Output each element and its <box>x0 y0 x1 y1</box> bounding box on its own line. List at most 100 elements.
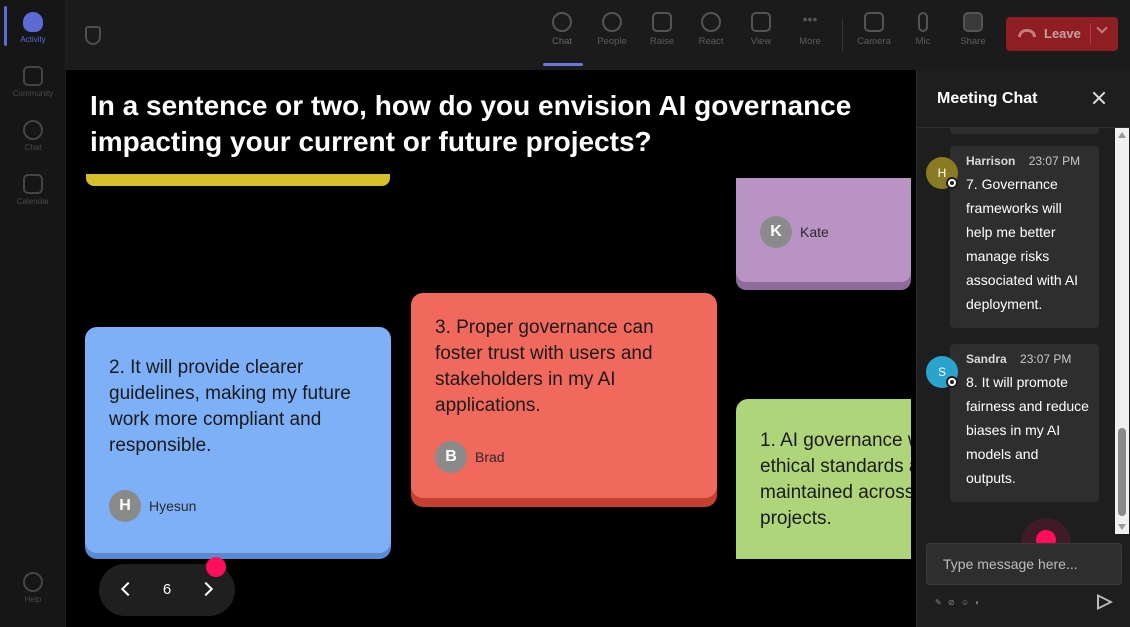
avatar: H <box>926 157 958 189</box>
person-icon <box>602 12 622 32</box>
avatar-initial: H <box>937 166 947 180</box>
rail-item-calendar[interactable]: Calendar <box>0 174 66 206</box>
meeting-toolbar: Chat People Raise React View ••• More Ca… <box>66 0 1130 70</box>
share-button-label: Share <box>960 36 986 47</box>
left-rail: Activity Community Chat Calendar Help <box>0 0 66 627</box>
rail-item-label: Calendar <box>16 197 50 206</box>
react-button[interactable]: React <box>689 12 733 47</box>
leave-button-label: Leave <box>1044 26 1081 41</box>
view-button-label: View <box>750 36 772 47</box>
close-icon[interactable] <box>1091 90 1107 106</box>
send-icon[interactable] <box>1097 594 1113 610</box>
more-button-label: More <box>799 36 821 47</box>
scroll-thumb[interactable] <box>1118 428 1126 516</box>
card-author: H Hyesun <box>109 490 196 522</box>
avatar: S <box>926 356 958 388</box>
author-name: Hyesun <box>149 498 197 514</box>
share-button[interactable]: Share <box>951 12 995 47</box>
avatar: B <box>435 441 467 473</box>
calendar-icon <box>23 174 43 194</box>
message-text: 7. Governance frameworks will help me be… <box>966 176 1079 312</box>
meeting-chat-panel: Meeting Chat Harrison 23:07 PM 7. Govern… <box>916 70 1130 627</box>
chat-header: Meeting Chat <box>917 70 1130 128</box>
chat-button-label: Chat <box>551 36 573 47</box>
raise-hand-button[interactable]: Raise <box>640 12 684 47</box>
page-navigator: 6 <box>99 557 235 616</box>
response-card-purple[interactable]: K Kate <box>736 178 911 282</box>
presentation-stage: In a sentence or two, how do you envisio… <box>66 70 916 627</box>
rail-item-chat[interactable]: Chat <box>0 120 66 152</box>
chat-title: Meeting Chat <box>937 90 1038 107</box>
camera-button[interactable]: Camera <box>852 12 896 47</box>
response-card-green[interactable]: 1. AI governance will ensure ethical sta… <box>736 399 911 559</box>
more-button[interactable]: ••• More <box>788 12 832 47</box>
card-text: 2. It will provide clearer guidelines, m… <box>109 357 351 456</box>
card-author: B Brad <box>435 441 505 473</box>
formatting-tools-icon[interactable]: ✎ ⊘ ☺ ◐ <box>935 598 982 607</box>
message-time: 23:07 PM <box>1020 352 1072 366</box>
rail-item-label: Community <box>12 89 54 98</box>
response-card-yellow[interactable] <box>86 174 390 186</box>
avatar-initial: S <box>937 365 946 379</box>
message-text: 8. It will promote fairness and reduce b… <box>966 374 1089 486</box>
community-icon <box>23 66 43 86</box>
shield-icon <box>85 26 101 45</box>
rail-item-help[interactable]: Help <box>0 572 66 604</box>
chat-message-input[interactable] <box>926 543 1122 585</box>
camera-off-icon <box>864 12 884 32</box>
smiley-icon <box>701 12 721 32</box>
message-meta: Harrison 23:07 PM <box>966 154 1089 168</box>
scroll-up-arrow-icon[interactable] <box>1118 132 1126 138</box>
share-screen-icon <box>963 12 983 32</box>
message-meta: Sandra 23:07 PM <box>966 352 1089 366</box>
chevron-down-icon[interactable] <box>1096 22 1108 34</box>
chat-icon <box>23 120 43 140</box>
raise-button-label: Raise <box>649 36 675 47</box>
card-author: K Kate <box>760 216 829 248</box>
rail-item-label: Activity <box>20 35 46 44</box>
author-name: Brad <box>475 449 505 465</box>
rail-item-activity[interactable]: Activity <box>0 12 66 44</box>
leave-divider <box>1090 23 1091 45</box>
message-time: 23:07 PM <box>1028 154 1081 168</box>
sender-name: Sandra <box>966 352 1007 366</box>
chat-bubble-icon <box>552 12 572 32</box>
avatar: H <box>109 490 141 522</box>
people-button[interactable]: People <box>590 12 634 47</box>
page-number: 6 <box>162 581 172 598</box>
chat-message: Harrison 23:07 PM 7. Governance framewor… <box>950 146 1099 328</box>
chevron-left-icon[interactable] <box>120 581 136 597</box>
author-name: Kate <box>800 224 829 240</box>
help-icon <box>23 572 43 592</box>
hand-icon <box>652 12 672 32</box>
scroll-down-arrow-icon[interactable] <box>1118 524 1126 530</box>
chat-button[interactable]: Chat <box>540 12 584 47</box>
presence-icon <box>946 376 958 388</box>
rail-item-community[interactable]: Community <box>0 66 66 98</box>
mic-icon <box>918 12 928 32</box>
card-text: 3. Proper governance can foster trust wi… <box>435 317 654 416</box>
response-card-red[interactable]: 3. Proper governance can foster trust wi… <box>411 293 717 498</box>
question-title: In a sentence or two, how do you envisio… <box>90 90 852 157</box>
sender-name: Harrison <box>966 154 1016 168</box>
leave-button[interactable]: Leave <box>1006 17 1118 51</box>
chat-message-partial <box>950 128 1099 134</box>
chevron-right-icon[interactable] <box>198 581 214 597</box>
react-button-label: React <box>698 36 724 47</box>
avatar: K <box>760 216 792 248</box>
chat-scrollbar[interactable] <box>1115 128 1129 534</box>
mic-button-label: Mic <box>915 36 931 47</box>
chat-message-list: Harrison 23:07 PM 7. Governance framewor… <box>917 128 1117 534</box>
card-text: 1. AI governance will ensure ethical sta… <box>760 430 911 529</box>
grid-icon <box>751 12 771 32</box>
chat-active-indicator <box>543 63 583 66</box>
ellipsis-icon: ••• <box>802 11 818 27</box>
notification-dot <box>206 557 226 577</box>
view-button[interactable]: View <box>739 12 783 47</box>
toolbar-divider <box>842 18 843 52</box>
rail-item-label: Chat <box>24 143 42 152</box>
presence-icon <box>946 177 958 189</box>
mic-button[interactable]: Mic <box>901 12 945 47</box>
response-card-blue[interactable]: 2. It will provide clearer guidelines, m… <box>85 327 391 553</box>
rail-item-label: Help <box>24 595 42 604</box>
